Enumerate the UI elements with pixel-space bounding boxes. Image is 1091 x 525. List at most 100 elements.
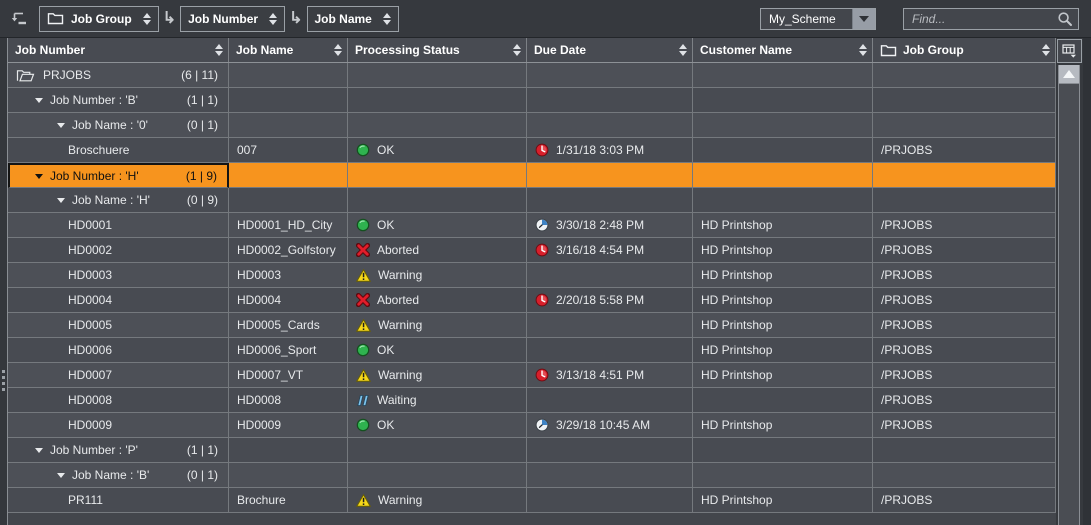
column-header-due-date[interactable]: Due Date: [527, 38, 693, 62]
due-date: 3/16/18 4:54 PM: [556, 243, 644, 257]
expander-triangle-icon[interactable]: [57, 473, 65, 478]
group-chip-job-number[interactable]: Job Number: [180, 6, 285, 32]
job-name-cell: HD0007_VT: [229, 363, 348, 388]
sort-toggle[interactable]: [269, 13, 277, 25]
expander-triangle-icon[interactable]: [35, 448, 43, 453]
due-date: 1/31/18 3:03 PM: [556, 143, 644, 157]
expander-triangle-icon[interactable]: [57, 198, 65, 203]
status-label: Warning: [378, 268, 422, 282]
job-number-cell: PR111: [8, 488, 229, 513]
processing-status-cell: Aborted: [348, 238, 527, 263]
sort-toggle[interactable]: [513, 44, 521, 56]
tree-structure-button[interactable]: [10, 11, 29, 26]
customer-name-cell: HD Printshop: [693, 413, 873, 438]
grouping-toolbar: Job Group ↳ Job Number ↳ Job Name My_Sch…: [0, 0, 1091, 38]
job-number: HD0007: [68, 368, 112, 382]
processing-status-cell: [348, 438, 527, 463]
column-header-customer-name[interactable]: Customer Name: [693, 38, 873, 62]
expander-triangle-icon[interactable]: [57, 123, 65, 128]
job-group-path: /PRJOBS: [881, 393, 932, 407]
column-header-processing-status[interactable]: Processing Status: [348, 38, 527, 62]
job-name-cell: HD0003: [229, 263, 348, 288]
job-number: HD0002: [68, 243, 112, 257]
processing-status-cell: OK: [348, 213, 527, 238]
job-row[interactable]: HD0002 HD0002_GolfstoryAborted 3/16/18 4:5…: [8, 238, 1056, 263]
job-number-cell: HD0009: [8, 413, 229, 438]
status-aborted-icon: [356, 243, 370, 257]
job-name-cell: HD0004: [229, 288, 348, 313]
group-label: Job Name : 'H': [72, 193, 150, 207]
sort-toggle[interactable]: [143, 13, 151, 25]
search-icon: [1057, 11, 1078, 27]
job-group-path: /PRJOBS: [881, 493, 932, 507]
group-chip-job-group[interactable]: Job Group: [39, 6, 159, 32]
scheme-select[interactable]: My_Scheme: [760, 8, 876, 30]
scroll-up-button[interactable]: [1059, 65, 1079, 84]
status-warning-icon: [356, 269, 371, 282]
job-group-cell: [873, 463, 1056, 488]
column-config-icon: [1062, 44, 1077, 58]
sort-toggle[interactable]: [859, 44, 867, 56]
group-row[interactable]: Job Name : 'H'(0 | 9): [8, 188, 1056, 213]
expander-triangle-icon[interactable]: [35, 98, 43, 103]
due-date-cell: [527, 263, 693, 288]
job-row[interactable]: HD0004HD0004Aborted2/20/18 5:58 PMHD Pri…: [8, 288, 1056, 313]
due-date: 2/20/18 5:58 PM: [556, 293, 644, 307]
scheme-dropdown-button[interactable]: [852, 9, 875, 29]
sort-toggle[interactable]: [1042, 44, 1050, 56]
job-group-path: /PRJOBS: [881, 218, 932, 232]
processing-status-cell: Waiting: [348, 388, 527, 413]
job-row[interactable]: Broschuere007OK1/31/18 3:03 PM/PRJOBS: [8, 138, 1056, 163]
group-label: Job Name : '0': [72, 118, 148, 132]
group-row[interactable]: Job Name : '0' (0 | 1): [8, 113, 1056, 138]
scheme-select-value: My_Scheme: [761, 12, 852, 26]
find-input[interactable]: [904, 12, 1057, 26]
job-name-cell: Brochure: [229, 488, 348, 513]
group-row[interactable]: PRJOBS(6 | 11): [8, 63, 1056, 88]
processing-status-cell: Warning: [348, 263, 527, 288]
column-header-job-number[interactable]: Job Number: [8, 38, 229, 62]
job-group-cell: [873, 438, 1056, 463]
job-row[interactable]: HD0003HD0003WarningHD Printshop/PRJOBS: [8, 263, 1056, 288]
job-row[interactable]: HD0008HD0008Waiting/PRJOBS: [8, 388, 1056, 413]
column-header-job-name[interactable]: Job Name: [229, 38, 348, 62]
group-cell: Job Name : 'B'(0 | 1): [8, 463, 229, 488]
sort-toggle[interactable]: [334, 44, 342, 56]
status-label: OK: [377, 418, 394, 432]
due-date-cell: [527, 338, 693, 363]
group-count: (0 | 1): [187, 118, 228, 132]
job-row[interactable]: PR111BrochureWarningHD Printshop/PRJOBS: [8, 488, 1056, 513]
group-chip-job-name[interactable]: Job Name: [307, 6, 399, 32]
expander-triangle-icon[interactable]: [35, 174, 43, 179]
group-row[interactable]: Job Number : 'H'(1 | 9): [8, 163, 1056, 188]
group-row[interactable]: Job Name : 'B'(0 | 1): [8, 463, 1056, 488]
job-row[interactable]: HD0007HD0007_VTWarning3/13/18 4:51 PMHD …: [8, 363, 1056, 388]
group-connector-icon: ↳: [289, 11, 302, 27]
job-row[interactable]: HD0006HD0006_SportOKHD Printshop/PRJOBS: [8, 338, 1056, 363]
column-header-job-group[interactable]: Job Group: [873, 38, 1056, 62]
sort-toggle[interactable]: [215, 44, 223, 56]
due-date-cell: [527, 63, 693, 88]
group-cell: Job Name : '0' (0 | 1): [8, 113, 229, 138]
processing-status-cell: Aborted: [348, 288, 527, 313]
sort-toggle[interactable]: [383, 13, 391, 25]
job-group-path: /PRJOBS: [881, 318, 932, 332]
job-row[interactable]: HD0001HD0001_HD_CityOK3/30/18 2:48 PMHD …: [8, 213, 1056, 238]
job-number: HD0008: [68, 393, 112, 407]
column-config-button[interactable]: [1057, 39, 1082, 63]
job-name-cell: HD0002_Golfstory: [229, 238, 348, 263]
job-name: HD0001_HD_City: [237, 218, 332, 232]
sort-toggle[interactable]: [679, 44, 687, 56]
job-row[interactable]: HD0005HD0005_CardsWarningHD Printshop/PR…: [8, 313, 1056, 338]
status-waiting-icon: [356, 394, 370, 407]
chevron-up-icon: [1063, 70, 1075, 78]
status-aborted-icon: [356, 293, 370, 307]
job-row[interactable]: HD0009HD0009OK3/29/18 10:45 AMHD Printsh…: [8, 413, 1056, 438]
pane-splitter[interactable]: [0, 38, 8, 525]
group-row[interactable]: Job Number : 'P'(1 | 1): [8, 438, 1056, 463]
job-name-cell: [229, 113, 348, 138]
group-row[interactable]: Job Number : 'B'(1 | 1): [8, 88, 1056, 113]
vertical-scrollbar[interactable]: [1058, 65, 1080, 525]
overdue-clock-icon: [535, 293, 549, 307]
overdue-clock-icon: [535, 368, 549, 382]
